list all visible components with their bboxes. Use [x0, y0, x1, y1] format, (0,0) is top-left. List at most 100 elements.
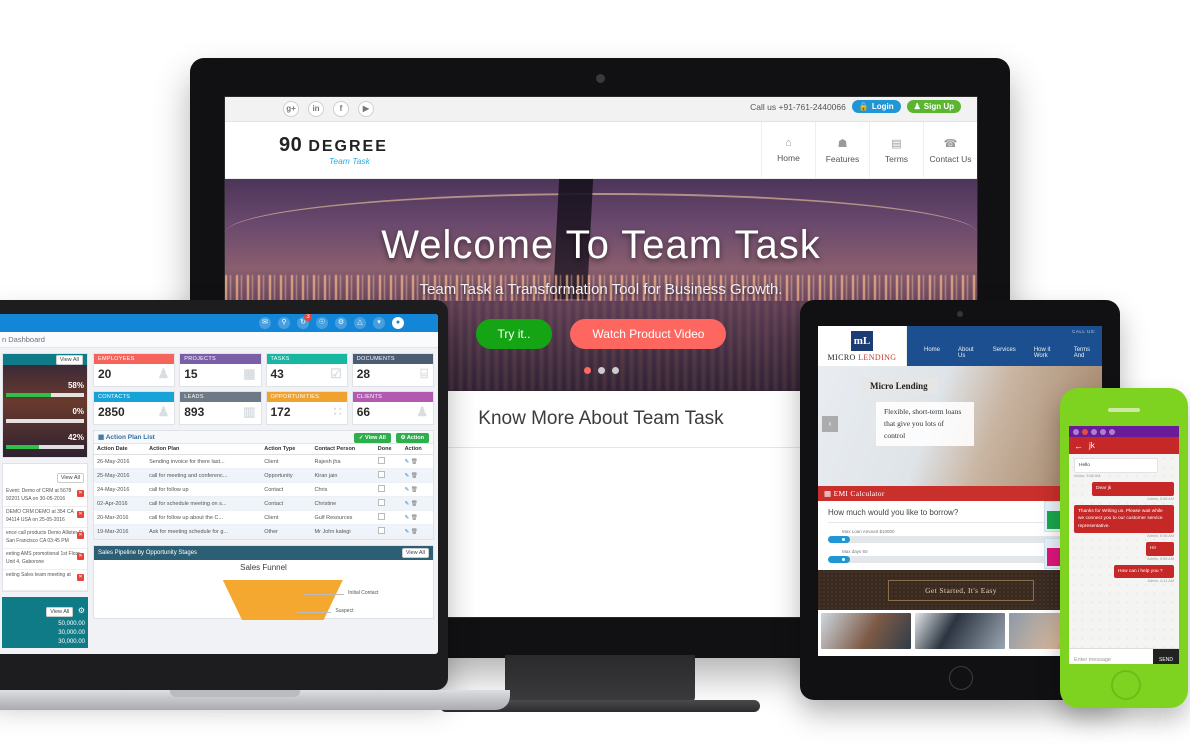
slider-handle[interactable] [828, 556, 850, 563]
gear-icon[interactable]: ⚙ [335, 317, 347, 329]
micro-lending-logo[interactable]: mL MICRO LENDING [818, 326, 907, 366]
caret-down-icon[interactable]: ▾ [373, 317, 385, 329]
emi-title: EMI Calculator [833, 489, 885, 498]
nav-item-contact-us[interactable]: ☎ Contact Us [923, 122, 977, 178]
facebook-icon[interactable]: f [333, 101, 349, 117]
delete-icon[interactable]: ✕ [77, 490, 84, 497]
stat-card-leads[interactable]: LEADS 893 ▥ [179, 391, 262, 425]
table-row[interactable]: 26-May-2016 Sending invoice for there la… [94, 454, 433, 469]
search-icon[interactable]: ⚲ [278, 317, 290, 329]
carousel-dot-2[interactable] [597, 367, 605, 374]
edit-icon[interactable]: ✎ [405, 473, 410, 479]
list-item[interactable]: Event: Demo of CRM at 5678 92201 USA on … [3, 486, 87, 507]
stat-value: 172 [270, 405, 291, 419]
delete-icon[interactable]: ✕ [77, 532, 84, 539]
carousel-dot-1[interactable] [583, 367, 591, 374]
table-row[interactable]: 24-May-2016 call for follow up Contact C… [94, 482, 433, 497]
stat-card-projects[interactable]: PROJECTS 15 ▦ [179, 353, 262, 387]
list-item[interactable]: DEMO CRM DEMO at 354 CA 94114 USA on 25-… [3, 507, 87, 528]
action-button[interactable]: ⚙ Action [395, 432, 429, 443]
done-checkbox[interactable] [377, 527, 385, 534]
send-button[interactable]: SEND [1153, 649, 1179, 664]
delete-icon[interactable]: 🗑 [411, 459, 418, 465]
stat-card-opportunities[interactable]: OPPORTUNITIES 172 ∷ [265, 391, 348, 425]
get-started-button[interactable]: Get Started, It's Easy [888, 580, 1034, 601]
list-item[interactable]: ence call products Demo Allister St San … [3, 528, 87, 549]
refresh-icon[interactable]: ↻ [297, 314, 312, 329]
nav-item-home[interactable]: ⌂ Home [761, 122, 815, 178]
done-checkbox[interactable] [377, 457, 385, 464]
nav-item-home[interactable]: Home [915, 347, 949, 359]
thumbnail-1[interactable] [821, 613, 911, 649]
stat-card-contacts[interactable]: CONTACTS 2850 ♟ [93, 391, 176, 425]
table-row[interactable]: 02-Apr-2016 call for schedule meeting on… [94, 496, 433, 511]
chat-icon[interactable]: ● [392, 317, 404, 329]
person-icon: ♟ [416, 404, 428, 419]
done-checkbox[interactable] [377, 485, 385, 492]
done-checkbox[interactable] [377, 513, 385, 520]
view-all-button[interactable]: View All [55, 355, 83, 365]
youtube-icon[interactable]: ▶ [358, 101, 374, 117]
event-text: DEMO CRM DEMO at 354 CA 94114 USA on 25-… [6, 509, 74, 523]
google-plus-icon[interactable]: g+ [283, 101, 299, 117]
delete-icon[interactable]: 🗑 [411, 515, 418, 521]
phone-home-button[interactable] [1111, 670, 1141, 700]
contact-name: jk [1089, 441, 1095, 450]
stat-value: 2850 [98, 405, 125, 419]
carousel-prev-icon[interactable]: ‹ [822, 416, 838, 432]
gear-icon[interactable]: ⚙ [78, 606, 85, 615]
stat-card-employees[interactable]: EMPLOYEES 20 ♟ [93, 353, 176, 387]
edit-icon[interactable]: ✎ [405, 487, 410, 493]
stat-card-clients[interactable]: CLIENTS 66 ♟ [351, 391, 434, 425]
nav-item-services[interactable]: Services [984, 347, 1025, 359]
tablet-home-button[interactable] [949, 666, 973, 690]
table-row[interactable]: 20-Mar-2016 call for follow up about the… [94, 510, 433, 525]
chat-message-list[interactable]: Hello Visitor, 5:56 AM Dear jk Admin, 5:… [1069, 454, 1179, 648]
slider-handle[interactable] [828, 536, 850, 543]
carousel-dot-3[interactable] [611, 367, 619, 374]
delete-icon[interactable]: ✕ [77, 574, 84, 581]
delete-icon[interactable]: 🗑 [411, 501, 418, 507]
list-item[interactable]: eeting Sales team meeting at ✕ [3, 570, 87, 591]
edit-icon[interactable]: ✎ [405, 459, 410, 465]
stat-card-tasks[interactable]: TASKS 43 ☑ [265, 353, 348, 387]
stat-card-documents[interactable]: DOCUMENTS 28 ⌸ [351, 353, 434, 387]
nav-item-terms[interactable]: ▤ Terms [869, 122, 923, 178]
list-item[interactable]: eeting AMS promotional 1st Floor, Unit 4… [3, 549, 87, 570]
try-it-button[interactable]: Try it.. [475, 319, 553, 349]
done-checkbox[interactable] [377, 499, 385, 506]
view-all-button[interactable]: View All [56, 473, 84, 483]
view-all-button[interactable]: View All [46, 607, 74, 617]
view-all-button[interactable]: View All [401, 548, 429, 558]
login-label: Login [871, 102, 894, 111]
back-icon[interactable]: ← [1074, 441, 1083, 451]
nav-item-features[interactable]: ☗ Features [815, 122, 869, 178]
bell-icon[interactable]: △ [354, 317, 366, 329]
thumbnail-2[interactable] [915, 613, 1005, 649]
brand-logo[interactable]: 90 DEGREE Team Task [225, 135, 388, 166]
stat-card-grid: EMPLOYEES 20 ♟ PROJECTS 15 ▦ TASKS 43 ☑ … [93, 353, 434, 425]
nav-item-terms-and[interactable]: Terms And [1065, 347, 1102, 359]
message-input[interactable]: Enter message [1069, 649, 1153, 664]
signup-button[interactable]: ♟ Sign Up [906, 100, 961, 113]
table-row[interactable]: 19-Mar-2016 Ask for meeting schedule for… [94, 524, 433, 539]
edit-icon[interactable]: ✎ [405, 529, 410, 535]
delete-icon[interactable]: ✕ [77, 553, 84, 560]
breadcrumb: n Dashboard [0, 332, 438, 348]
location-icon[interactable]: ☉ [316, 317, 328, 329]
delete-icon[interactable]: ✕ [77, 511, 84, 518]
view-all-button[interactable]: ✓ View All [353, 432, 391, 443]
done-checkbox[interactable] [377, 471, 385, 478]
linkedin-icon[interactable]: in [308, 101, 324, 117]
delete-icon[interactable]: 🗑 [411, 487, 418, 493]
watch-video-button[interactable]: Watch Product Video [570, 319, 727, 349]
delete-icon[interactable]: 🗑 [411, 529, 418, 535]
login-button[interactable]: 🔒 Login [851, 100, 901, 113]
edit-icon[interactable]: ✎ [405, 501, 410, 507]
edit-icon[interactable]: ✎ [405, 515, 410, 521]
nav-item-about-us[interactable]: About Us [949, 347, 984, 359]
delete-icon[interactable]: 🗑 [411, 473, 418, 479]
nav-item-how-it-work[interactable]: How it Work [1025, 347, 1065, 359]
mail-icon[interactable]: ✉ [259, 317, 271, 329]
table-row[interactable]: 25-May-2016 call for meeting and confere… [94, 468, 433, 483]
